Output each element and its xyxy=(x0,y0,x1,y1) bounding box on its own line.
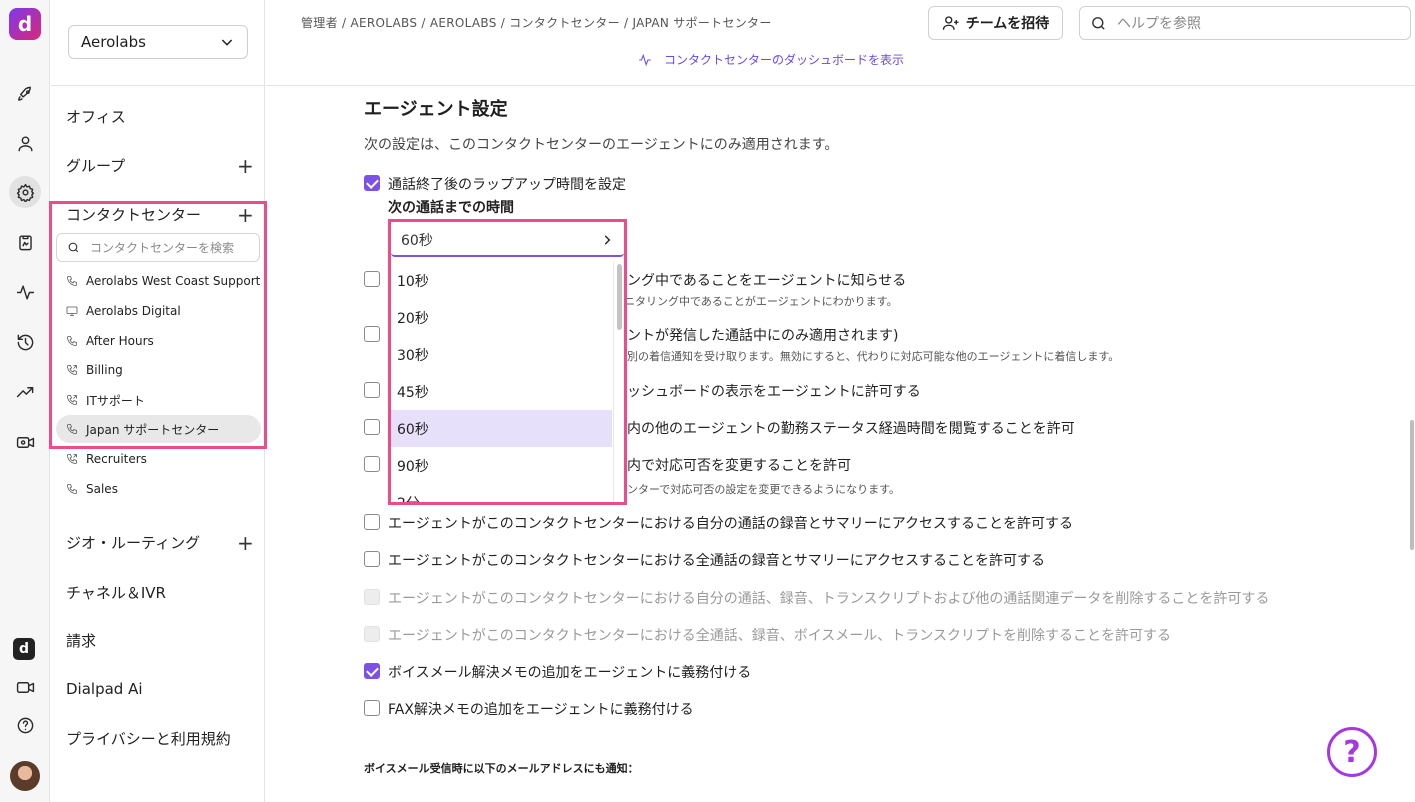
avatar[interactable] xyxy=(10,761,40,791)
wrapup-time-select[interactable]: 60秒 xyxy=(391,224,624,257)
option-checkbox[interactable] xyxy=(364,382,380,398)
nav-dialpad-ai[interactable]: Dialpad Ai xyxy=(66,680,143,698)
dropdown-option-selected[interactable]: 60秒 xyxy=(391,410,612,447)
add-geo-routing-button[interactable]: + xyxy=(237,533,254,553)
video-settings-icon[interactable] xyxy=(9,426,41,458)
activity-icon[interactable] xyxy=(9,276,41,308)
option-label: エージェントがこのコンタクトセンターにおける自分の通話、録音、トランスクリプトお… xyxy=(388,591,1270,607)
invite-team-button[interactable]: チームを招待 xyxy=(928,6,1063,40)
add-user-icon xyxy=(942,16,959,30)
option-label: 内の他のエージェントの勤務ステータス経過時間を閲覧することを許可 xyxy=(627,421,1075,437)
section-title: エージェント設定 xyxy=(364,99,508,120)
chevron-right-icon xyxy=(604,234,611,245)
section-description: 次の設定は、このコンタクトセンターのエージェントにのみ適用されます。 xyxy=(364,137,839,153)
app-rail: d d xyxy=(0,0,50,802)
option-label: 内で対応可否を変更することを許可 xyxy=(627,458,851,474)
voicemail-notify-heading: ボイスメール受信時に以下のメールアドレスにも通知： xyxy=(364,762,639,775)
dropdown-scroll-thumb[interactable] xyxy=(617,264,622,330)
help-search-placeholder: ヘルプを参照 xyxy=(1117,16,1201,32)
search-icon xyxy=(1092,16,1105,30)
option-checkbox-disabled xyxy=(364,626,380,642)
dropdown-option[interactable]: 20秒 xyxy=(391,299,612,336)
dropdown-option[interactable]: 10秒 xyxy=(391,262,612,299)
wrapup-label: 通話終了後のラップアップ時間を設定 xyxy=(388,177,626,193)
gear-icon[interactable] xyxy=(9,176,41,208)
nav-channels-ivr[interactable]: チャネル＆IVR xyxy=(66,582,166,603)
wrapup-time-selected: 60秒 xyxy=(401,232,433,249)
option-label: FAX解決メモの追加をエージェントに義務付ける xyxy=(388,702,694,718)
help-circle-icon[interactable] xyxy=(9,709,41,741)
divider xyxy=(51,85,265,86)
option-checkbox[interactable] xyxy=(364,514,380,530)
option-sublabel: ンターで対応可否の設定を変更できるようになります。 xyxy=(627,483,901,496)
org-select-value: Aerolabs xyxy=(81,33,146,51)
wrapup-checkbox[interactable] xyxy=(364,175,380,191)
nav-geo-routing[interactable]: ジオ・ルーティング xyxy=(66,532,200,553)
dropdown-option[interactable]: 2分 xyxy=(391,484,612,503)
add-group-button[interactable]: + xyxy=(237,156,254,176)
video-icon[interactable] xyxy=(9,671,41,703)
divider xyxy=(266,85,1415,86)
option-label: ントが発信した通話中にのみ適用されます) xyxy=(627,328,899,344)
trending-icon[interactable] xyxy=(9,376,41,408)
option-label: エージェントがこのコンタクトセンターにおける全通話の録音とサマリーにアクセスする… xyxy=(388,553,1046,569)
option-checkbox[interactable] xyxy=(364,419,380,435)
option-checkbox[interactable] xyxy=(364,271,380,287)
dropdown-option[interactable]: 90秒 xyxy=(391,447,612,484)
option-checkbox[interactable] xyxy=(364,663,380,679)
option-label: ッシュボードの表示をエージェントに許可する xyxy=(627,384,921,400)
nav-groups[interactable]: グループ xyxy=(66,155,125,176)
contact-center-item[interactable]: Sales xyxy=(66,479,118,499)
phone-icon xyxy=(67,484,77,494)
option-checkbox[interactable] xyxy=(364,456,380,472)
contact-center-label: Sales xyxy=(86,482,118,496)
dialpad-app-icon[interactable]: d xyxy=(13,638,35,660)
option-checkbox[interactable] xyxy=(364,326,380,342)
dropdown-scrollbar[interactable] xyxy=(613,262,624,502)
option-checkbox[interactable] xyxy=(364,551,380,567)
option-checkbox[interactable] xyxy=(364,700,380,716)
nav-privacy-terms[interactable]: プライバシーと利用規約 xyxy=(66,728,231,749)
option-checkbox-disabled xyxy=(364,589,380,605)
clipboard-icon[interactable] xyxy=(9,226,41,258)
help-search-input[interactable]: ヘルプを参照 xyxy=(1079,6,1411,40)
next-call-heading: 次の通話までの時間 xyxy=(388,200,514,216)
dropdown-option[interactable]: 30秒 xyxy=(391,336,612,373)
invite-team-label: チームを招待 xyxy=(965,16,1050,32)
highlight-box xyxy=(49,201,267,449)
dropdown-options-list: 10秒 20秒 30秒 45秒 60秒 90秒 2分 xyxy=(391,262,612,502)
breadcrumb[interactable]: 管理者 / AEROLABS / AEROLABS / コンタクトセンター / … xyxy=(301,14,772,31)
activity-icon xyxy=(639,53,651,66)
page-scrollbar[interactable] xyxy=(1410,420,1414,550)
option-label: エージェントがこのコンタクトセンターにおける全通話、録音、ボイスメール、トランス… xyxy=(388,628,1172,644)
phone-forward-icon xyxy=(67,454,77,464)
contact-center-label: Recruiters xyxy=(86,452,147,466)
nav-billing[interactable]: 請求 xyxy=(66,630,96,651)
option-sublabel: ニタリング中であることがエージェントにわかります。 xyxy=(624,295,898,308)
history-icon[interactable] xyxy=(9,326,41,358)
dialpad-logo[interactable]: d xyxy=(9,8,41,40)
org-select[interactable]: Aerolabs xyxy=(68,25,248,59)
dropdown-option[interactable]: 45秒 xyxy=(391,373,612,410)
rocket-icon[interactable] xyxy=(9,78,41,110)
nav-office[interactable]: オフィス xyxy=(66,106,126,127)
option-label: ボイスメール解決メモの追加をエージェントに義務付ける xyxy=(388,665,752,681)
help-fab-button[interactable]: ? xyxy=(1327,727,1377,777)
wrapup-time-dropdown: 60秒 10秒 20秒 30秒 45秒 60秒 90秒 2分 xyxy=(388,219,627,505)
option-label: ング中であることをエージェントに知らせる xyxy=(627,273,907,289)
dashboard-link-label: コンタクトセンターのダッシュボードを表示 xyxy=(664,53,905,67)
person-icon[interactable] xyxy=(9,127,41,159)
chevron-down-icon xyxy=(221,39,233,46)
dashboard-link[interactable]: コンタクトセンターのダッシュボードを表示 xyxy=(636,51,904,68)
option-sublabel: 別の着信通知を受け取ります。無効にすると、代わりに対応可能な他のエージェントに着… xyxy=(627,350,1120,363)
option-label: エージェントがこのコンタクトセンターにおける自分の通話の録音とサマリーにアクセス… xyxy=(388,516,1074,532)
contact-center-item[interactable]: Recruiters xyxy=(66,449,147,469)
